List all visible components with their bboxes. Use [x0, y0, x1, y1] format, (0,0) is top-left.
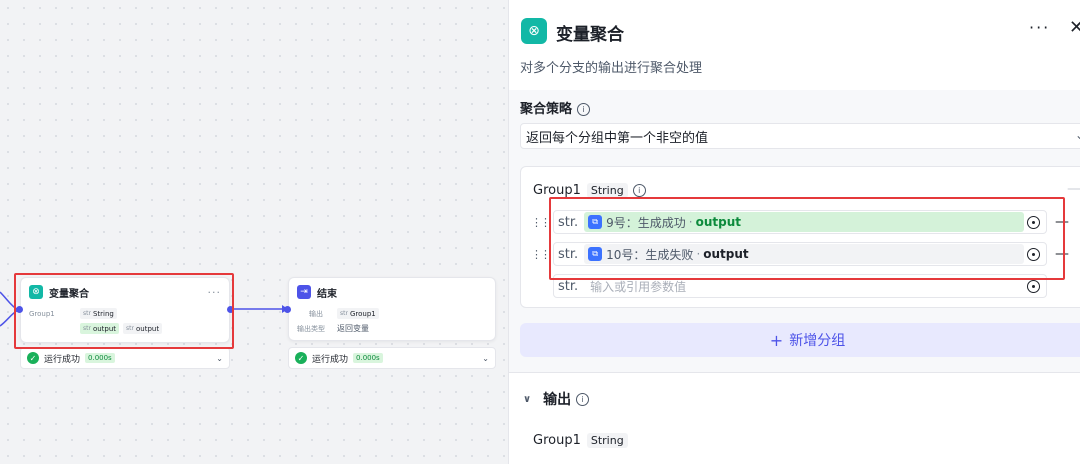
chevron-down-icon: ∨ [523, 393, 532, 405]
reference-chip-success[interactable]: ⧉ 9号：生成成功 · output [584, 212, 1025, 232]
node-output-row: 输出 str Group1 [289, 306, 495, 321]
node-title: 结束 [317, 288, 337, 300]
end-input-port[interactable] [284, 306, 291, 313]
variable-row: ⋮⋮ str. ⧉ 10号：生成失败 · output — [531, 241, 1080, 267]
run-status-end[interactable]: ✓ 运行成功 0.000s ⌄ [288, 347, 496, 369]
target-icon[interactable] [1027, 216, 1040, 229]
node-ref-icon: ⧉ [588, 247, 603, 261]
info-icon[interactable]: i [632, 184, 646, 197]
strategy-label: 聚合策略 i [520, 98, 591, 117]
var-chip-success: str output [80, 323, 120, 334]
input-placeholder: 输入或引用参数值 [590, 279, 687, 294]
group-type-tag: String [586, 183, 628, 198]
group-header: Group1 String i [533, 183, 646, 198]
output-type-value: 返回变量 [337, 324, 369, 333]
ref-node-name: 10号：生成失败 [606, 247, 694, 262]
node-group-row: Group1 str String [21, 306, 229, 321]
target-icon[interactable] [1027, 248, 1040, 261]
node-ref-icon: ⧉ [588, 215, 603, 229]
variable-reference-input[interactable]: str. ⧉ 9号：生成成功 · output [553, 210, 1047, 234]
group-label: Group1 [29, 309, 55, 318]
workflow-canvas[interactable]: ⊗ 变量聚合 ··· Group1 str String str output st… [0, 0, 508, 464]
input-port[interactable] [16, 306, 23, 313]
panel-title: 变量聚合 [556, 25, 624, 45]
output-port[interactable] [227, 306, 234, 313]
node-vars-row: str output str output [21, 321, 229, 336]
strategy-value: 返回每个分组中第一个非空的值 [526, 130, 709, 146]
chevron-down-icon[interactable]: ⌄ [216, 354, 223, 363]
group-type-chip: str String [80, 308, 117, 319]
info-icon[interactable]: i [576, 392, 590, 406]
output-label: 输出 [309, 309, 323, 318]
variable-row-empty: ⋮⋮ str. 输入或引用参数值 [531, 273, 1080, 299]
node-header: ⇥ 结束 [289, 278, 495, 306]
variable-input-empty[interactable]: str. 输入或引用参数值 [553, 274, 1047, 298]
more-icon[interactable]: ··· [1029, 18, 1050, 37]
panel-header: ⊗ 变量聚合 ··· ✕ 对多个分支的输出进行聚合处理 [509, 0, 1080, 90]
node-header: ⊗ 变量聚合 ··· [21, 278, 229, 306]
run-status-aggregate[interactable]: ✓ 运行成功 0.000s ⌄ [20, 347, 230, 369]
time-badge: 0.000s [85, 353, 115, 363]
status-text: 运行成功 [312, 354, 349, 365]
drag-handle-icon[interactable]: ⋮⋮ [531, 248, 551, 261]
chevron-down-icon: ⌄ [1075, 128, 1080, 142]
type-tag: str. [558, 278, 579, 294]
output-header[interactable]: ∨ 输出 i [523, 389, 590, 409]
more-icon[interactable]: ··· [208, 286, 222, 299]
incoming-edge-2 [0, 309, 19, 327]
target-icon[interactable] [1027, 280, 1040, 293]
ref-var-name: output [695, 215, 742, 229]
output-var-chip: str Group1 [337, 308, 379, 319]
type-tag: str. [558, 246, 579, 262]
edges-layer [0, 291, 288, 327]
aggregate-icon: ⊗ [29, 285, 43, 299]
strategy-select[interactable]: 返回每个分组中第一个非空的值 ⌄ [520, 123, 1080, 149]
remove-row-icon[interactable]: — [1055, 214, 1069, 230]
plus-icon: + [769, 330, 784, 350]
drag-handle-icon[interactable]: ⋮⋮ [531, 216, 551, 229]
remove-row-icon[interactable]: — [1055, 246, 1069, 262]
output-var-type: String [586, 433, 628, 448]
exit-icon: ⇥ [297, 285, 311, 299]
variable-reference-input[interactable]: str. ⧉ 10号：生成失败 · output [553, 242, 1047, 266]
var-chip-fail: str output [123, 323, 163, 334]
aggregate-icon: ⊗ [521, 18, 547, 44]
time-badge: 0.000s [353, 353, 383, 363]
success-check-icon: ✓ [295, 352, 307, 364]
variable-row: ⋮⋮ str. ⧉ 9号：生成成功 · output — [531, 209, 1080, 235]
output-label: 输出 [543, 392, 572, 408]
add-group-label: 新增分组 [789, 333, 846, 349]
node-end[interactable]: ⇥ 结束 输出 str Group1 输出类型 返回变量 [288, 277, 496, 341]
output-type-label: 输出类型 [297, 324, 325, 333]
output-section: ∨ 输出 i Group1 String [509, 372, 1080, 464]
status-text: 运行成功 [44, 354, 81, 365]
reference-chip-fail[interactable]: ⧉ 10号：生成失败 · output [584, 244, 1025, 264]
info-icon[interactable]: i [577, 103, 591, 116]
add-group-button[interactable]: + 新增分组 [520, 323, 1080, 357]
ref-node-name: 9号：生成成功 [606, 215, 686, 230]
success-check-icon: ✓ [27, 352, 39, 364]
node-variable-aggregate[interactable]: ⊗ 变量聚合 ··· Group1 str String str output st… [20, 277, 230, 343]
node-type-row: 输出类型 返回变量 [289, 321, 495, 336]
group-name[interactable]: Group1 [533, 183, 581, 198]
node-settings-panel: ⊗ 变量聚合 ··· ✕ 对多个分支的输出进行聚合处理 聚合策略i 返回每个分组… [508, 0, 1080, 464]
type-tag: str. [558, 214, 579, 230]
group-card: Group1 String i — ⋮⋮ str. ⧉ 9号：生成成功 · ou… [520, 166, 1080, 308]
chevron-down-icon[interactable]: ⌄ [482, 354, 489, 363]
output-var-name: Group1 [533, 433, 581, 448]
panel-description: 对多个分支的输出进行聚合处理 [520, 61, 703, 76]
remove-group-icon[interactable]: — [1067, 181, 1080, 197]
ref-var-name: output [703, 247, 749, 261]
close-icon[interactable]: ✕ [1069, 17, 1080, 38]
node-title: 变量聚合 [49, 288, 89, 300]
output-var-row: Group1 String [533, 433, 628, 448]
